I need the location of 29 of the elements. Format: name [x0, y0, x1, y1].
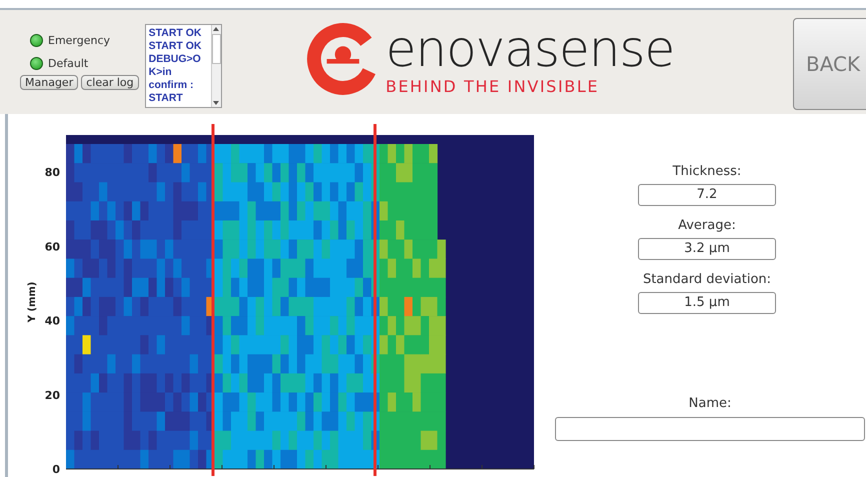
toolbar-button[interactable]: Manager [20, 75, 78, 90]
name-input-field[interactable] [555, 417, 865, 441]
log-box[interactable]: START OK START OK DEBUG>O K>in confirm : START [144, 24, 222, 108]
log-line: confirm : [148, 79, 195, 92]
log-line: START OK [148, 40, 203, 53]
toolbar-button[interactable]: clear log [81, 75, 139, 90]
axis-tick-label: 20 [44, 388, 60, 402]
field-label: Thickness: [672, 164, 742, 179]
field-label: Name: [688, 396, 732, 411]
log-line: K>in [148, 66, 173, 79]
axis-tick-label: 40 [44, 314, 60, 328]
logo-name: enovasense [386, 22, 674, 74]
log-line: START OK [148, 27, 203, 40]
value-field[interactable]: 1.5 µm [638, 292, 776, 314]
indicator-label: Default [48, 57, 88, 70]
value-field[interactable]: 3.2 µm [638, 238, 776, 260]
field-label: Average: [678, 218, 736, 233]
logo-tagline: BEHIND THE INVISIBLE [386, 76, 600, 96]
indicator-label: Emergency [48, 34, 110, 47]
log-line: START [148, 92, 184, 105]
axis-tick-label: 0 [52, 463, 60, 476]
axis-tick-label: 60 [44, 240, 60, 254]
scrollbar[interactable] [210, 25, 221, 107]
axis-label: Y (mm) [27, 282, 38, 322]
log-line: DEBUG>O [148, 53, 202, 66]
field-label: Standard deviation: [642, 272, 772, 287]
value-field[interactable]: 7.2 [638, 184, 776, 206]
scroll-down-icon[interactable] [212, 99, 220, 107]
axis-tick-label: 80 [44, 166, 60, 180]
